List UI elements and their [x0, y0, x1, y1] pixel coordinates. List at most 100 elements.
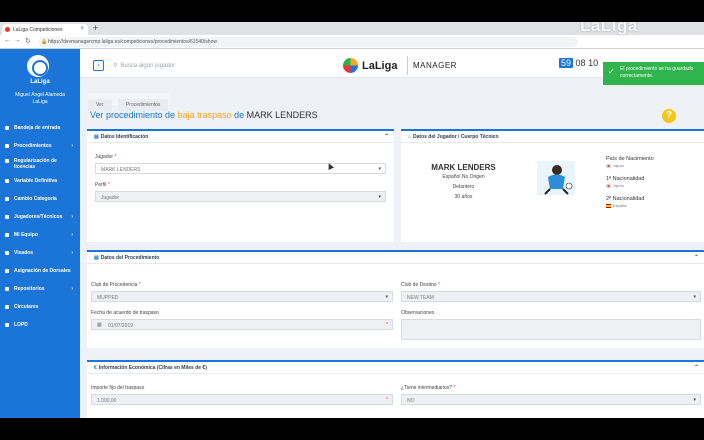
label-text: Perfil	[95, 182, 107, 188]
title-highlight: baja traspaso	[177, 110, 232, 120]
back-arrow-icon[interactable]: ←	[4, 37, 11, 44]
importe-input[interactable]: 1.000,00 *	[91, 394, 393, 405]
japan-flag-icon	[606, 183, 611, 188]
reload-icon[interactable]: ↻	[25, 37, 31, 45]
forward-arrow-icon[interactable]: →	[14, 37, 21, 44]
new-tab-icon[interactable]: +	[93, 23, 98, 33]
panel-title: Información Económica (Cifras en Miles d…	[98, 365, 207, 371]
inbox-icon	[5, 126, 9, 130]
input-value: 1.000,00	[97, 398, 117, 404]
circular-icon	[5, 305, 9, 309]
sidebar-item-label: Jugadores/Técnicos	[14, 214, 63, 220]
sidebar-item-jugadores[interactable]: Jugadores/Técnicos ›	[0, 214, 80, 220]
sidebar-item-procedimientos[interactable]: Procedimientos ›	[0, 143, 80, 149]
fecha-input[interactable]: ▦ 01/07/2019 *	[91, 319, 393, 330]
dropdown-arrow-icon: ▾	[378, 166, 381, 172]
panel-title: Datos del Jugador / Cuerpo Técnico	[413, 134, 499, 140]
perfil-label: Perfil *	[95, 182, 110, 188]
calendar-icon: ▦	[97, 322, 102, 328]
label-text: Jugador	[95, 154, 114, 160]
field-label: País de Nacimiento	[606, 156, 654, 162]
jugador-select[interactable]: MARK LENDERS ▾	[95, 163, 386, 174]
home-icon: ⌂	[408, 134, 412, 140]
sidebar: LaLiga Miguel Ángel Alameda LaLiga Bande…	[0, 49, 80, 418]
panel-title: Datos del Procedimiento	[100, 255, 160, 261]
url-text: https://devmanagercmp.laliga.es/competic…	[48, 39, 217, 45]
sidebar-item-cambio[interactable]: Cambio Categoría	[0, 196, 80, 202]
panel-jugador: ⌂ Datos del Jugador / Cuerpo Técnico MARK…	[401, 129, 704, 242]
panel-header[interactable]: ▤ Datos del Procedimiento ⌃	[87, 252, 704, 264]
sidebar-item-label: Cambio Categoría	[14, 196, 57, 202]
nacionalidad-1: 1ª Nacionalidad Japón	[606, 176, 644, 188]
swap-icon	[5, 197, 9, 201]
label-text: Importe fijo del traspaso	[91, 385, 145, 391]
panel-header[interactable]: € Información Económica (Cifras en Miles …	[87, 362, 704, 374]
sidebar-item-label: Asignación de Dorsales	[14, 268, 71, 274]
sidebar-item-lopd[interactable]: LOPD	[0, 322, 80, 328]
sidebar-item-label: Mi Equipo	[14, 232, 38, 238]
player-photo	[537, 161, 575, 195]
sidebar-item-label: Regularización de licencias	[14, 158, 57, 170]
lock-icon: 🔒	[41, 39, 48, 45]
clock-value-b: 08	[575, 58, 586, 68]
check-icon: ✓	[608, 67, 615, 76]
required-mark: *	[437, 282, 440, 288]
variable-icon	[5, 179, 9, 183]
sidebar-item-equipo[interactable]: Mi Equipo ›	[0, 232, 80, 238]
sidebar-item-label: Bandeja de entrada	[14, 125, 61, 131]
help-icon[interactable]: ?	[662, 109, 676, 123]
team-icon	[5, 233, 9, 237]
sidebar-item-circulares[interactable]: Circulares	[0, 304, 80, 310]
sidebar-item-variable[interactable]: Variable Definitiva	[0, 178, 80, 184]
url-field[interactable]: 🔒 https://devmanagercmp.laliga.es/compet…	[38, 37, 578, 47]
sidebar-item-visados[interactable]: Visados ›	[0, 250, 80, 256]
observaciones-textarea[interactable]	[401, 319, 701, 340]
license-icon	[5, 159, 9, 163]
user-org: LaLiga	[32, 99, 48, 105]
panel-procedimiento: ▤ Datos del Procedimiento ⌃ Club de Proced…	[87, 250, 704, 348]
club-procedencia-select[interactable]: MUPPED ▾	[91, 291, 393, 302]
visa-icon	[5, 251, 9, 255]
sidebar-item-label: Procedimientos	[14, 143, 52, 149]
success-toast[interactable]: ✓ El procedimiento se ha guardado correc…	[603, 62, 704, 85]
sidebar-item-label: Circulares	[14, 304, 39, 310]
sidebar-item-bandeja[interactable]: Bandeja de entrada	[0, 125, 80, 131]
panel-header[interactable]: ⌂ Datos del Jugador / Cuerpo Técnico	[401, 131, 704, 143]
section-title: MANAGER	[413, 61, 457, 70]
sidebar-item-repositorios[interactable]: Repositorios ›	[0, 286, 80, 292]
browser-tab[interactable]: LaLiga Competiciones ×	[2, 24, 88, 35]
intermediarios-select[interactable]: NO ▾	[401, 394, 701, 405]
player-search[interactable]: ⚲ Busca algún jugador	[113, 62, 175, 69]
panel-header[interactable]: ▤ Datos Identificación ⌃	[87, 131, 394, 143]
select-value: MARK LENDERS	[101, 167, 141, 173]
dropdown-arrow-icon: ▾	[378, 194, 381, 200]
title-prefix: Ver procedimiento de	[90, 110, 178, 120]
document-icon: ▤	[94, 255, 99, 261]
panel-identificacion: ▤ Datos Identificación ⌃ Jugador * MARK LE…	[87, 129, 394, 242]
search-input[interactable]: Busca algún jugador	[120, 63, 175, 69]
perfil-select[interactable]: Jugador ▾	[95, 191, 386, 202]
dropdown-arrow-icon: ▾	[693, 294, 696, 300]
sidebar-item-dorsales[interactable]: Asignación de Dorsales	[0, 268, 80, 274]
club-destino-select[interactable]: NEW TEAM ▾	[401, 291, 701, 302]
chevron-up-icon[interactable]: ⌃	[384, 133, 389, 140]
chevron-up-icon[interactable]: ⌃	[694, 254, 699, 261]
close-tab-icon[interactable]: ×	[80, 26, 84, 32]
chevron-right-icon: ›	[71, 143, 73, 149]
laliga-logo-icon[interactable]	[27, 55, 49, 77]
sidebar-item-regularizacion[interactable]: Regularización de licencias	[0, 158, 80, 170]
search-icon: ⚲	[113, 63, 118, 69]
player-position: Delantero	[452, 184, 475, 190]
back-button[interactable]: ‹	[93, 60, 104, 71]
jugador-label: Jugador *	[95, 154, 116, 160]
chevron-up-icon[interactable]: ⌃	[694, 364, 699, 371]
title-mid: de	[231, 110, 247, 120]
player-icon	[5, 215, 9, 219]
id-card-icon: ▤	[94, 134, 99, 140]
input-value: 01/07/2019	[108, 323, 134, 329]
folder-icon	[5, 287, 9, 291]
chevron-right-icon: ›	[71, 250, 73, 256]
pais-nacimiento: País de Nacimiento Japón	[606, 156, 654, 168]
favicon-icon	[5, 27, 10, 32]
title-player-name: MARK LENDERS	[246, 110, 318, 120]
